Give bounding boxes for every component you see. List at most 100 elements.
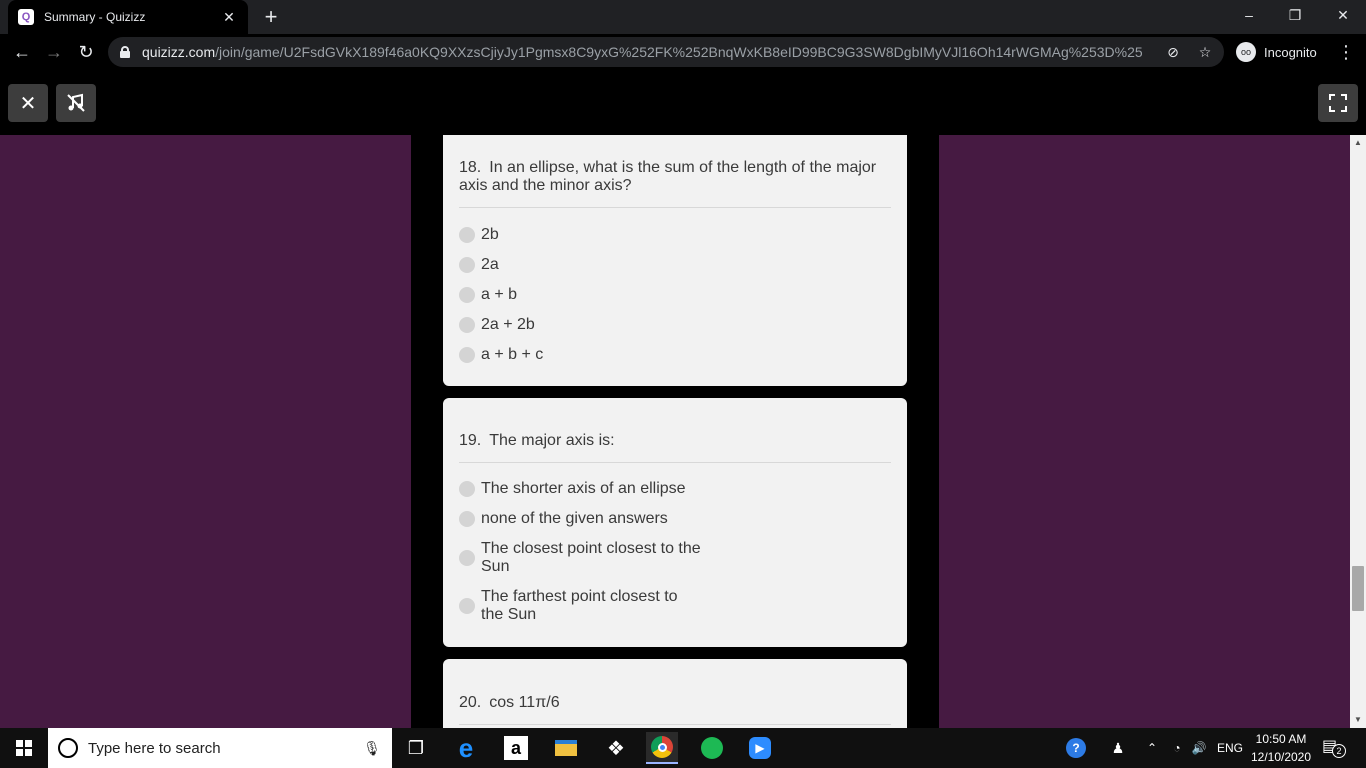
clock-date: 12/10/2020 — [1250, 750, 1312, 764]
show-hidden-icons-icon[interactable]: ⌃ — [1142, 728, 1162, 768]
taskbar-clock[interactable]: 10:50 AM 12/10/2020 — [1248, 730, 1314, 766]
option-label: a + b — [481, 286, 518, 303]
tracking-blocked-icon[interactable]: ⊘ — [1164, 43, 1182, 61]
url-path: /join/game/U2FsdGVkX189f46a0KQ9XXzsCjiyJ… — [215, 44, 1142, 60]
option-label: The shorter axis of an ellipse — [481, 480, 686, 497]
answer-option: 2a — [459, 250, 891, 280]
amazon-app-button[interactable]: a — [500, 732, 532, 764]
option-label: a + b + c — [481, 346, 544, 363]
windows-logo-icon — [16, 740, 32, 756]
restore-button[interactable]: ❐ — [1272, 0, 1318, 30]
lock-icon — [120, 46, 130, 58]
browser-tab[interactable]: Q Summary - Quizizz ✕ — [8, 0, 248, 34]
url-host: quizizz.com — [142, 44, 216, 60]
url-text[interactable]: quizizz.com/join/game/U2FsdGVkX189f46a0K… — [142, 44, 1142, 60]
answer-option: The farthest point closest to the Sun — [459, 582, 891, 630]
question-card-18: 18. In an ellipse, what is the sum of the… — [443, 135, 907, 386]
back-button[interactable]: ← — [8, 38, 36, 66]
spotify-button[interactable] — [696, 732, 728, 764]
incognito-label: Incognito — [1264, 44, 1317, 60]
question-text: 18. In an ellipse, what is the sum of the… — [459, 135, 891, 207]
answer-option: a + b + c — [459, 340, 891, 370]
file-explorer-button[interactable] — [550, 732, 582, 764]
option-label: 2a + 2b — [481, 316, 535, 333]
minimize-button[interactable]: – — [1226, 0, 1272, 30]
quizizz-favicon-icon: Q — [18, 9, 34, 25]
browser-toolbar: ← → ↻ quizizz.com/join/game/U2FsdGVkX189… — [0, 34, 1366, 70]
microphone-icon[interactable]: 🎙 — [362, 740, 382, 757]
forward-button[interactable]: → — [40, 38, 68, 66]
task-view-icon[interactable]: ❐ — [400, 732, 432, 764]
window-close-button[interactable]: ✕ — [1320, 0, 1366, 30]
edge-icon[interactable]: e — [450, 732, 482, 764]
radio-icon — [459, 317, 475, 333]
address-bar[interactable]: quizizz.com/join/game/U2FsdGVkX189f46a0K… — [108, 37, 1224, 67]
chrome-icon — [651, 736, 673, 758]
answer-option: 2a + 2b — [459, 310, 891, 340]
radio-icon — [459, 347, 475, 363]
option-label: none of the given answers — [481, 510, 668, 527]
question-text: 19. The major axis is: — [459, 398, 891, 462]
tab-close-icon[interactable]: ✕ — [220, 9, 238, 26]
answer-option: none of the given answers — [459, 504, 891, 534]
answer-option: The closest point closest to the Sun — [459, 534, 891, 582]
reload-button[interactable]: ↻ — [72, 38, 100, 66]
notification-badge: 2 — [1332, 744, 1346, 758]
file-explorer-icon — [555, 740, 577, 756]
answer-option: The shorter axis of an ellipse — [459, 474, 891, 504]
radio-icon — [459, 257, 475, 273]
chrome-taskbar-button[interactable] — [646, 732, 678, 764]
radio-icon — [459, 287, 475, 303]
radio-icon — [459, 598, 475, 614]
browser-tab-strip: Q Summary - Quizizz ✕ + – ❐ ✕ — [0, 0, 1366, 34]
people-icon[interactable]: ♟ — [1104, 728, 1132, 768]
start-button[interactable] — [0, 728, 48, 768]
clock-time: 10:50 AM — [1255, 732, 1307, 746]
question-number: 19. — [459, 432, 482, 449]
help-tray-button[interactable]: ? — [1062, 728, 1090, 768]
option-label: 2a — [481, 256, 499, 273]
help-icon: ? — [1066, 738, 1086, 758]
spotify-icon — [701, 737, 723, 759]
question-body: The major axis is: — [489, 432, 615, 449]
bookmark-star-icon[interactable]: ☆ — [1196, 43, 1214, 61]
answer-option: 2b — [459, 220, 891, 250]
question-body: cos 11π/6 — [489, 694, 560, 711]
wifi-icon[interactable]: ◔ — [1166, 728, 1188, 768]
close-quiz-button[interactable]: ✕ — [8, 84, 48, 122]
fullscreen-icon — [1329, 94, 1347, 112]
language-indicator[interactable]: ENG — [1214, 728, 1246, 768]
scroll-thumb[interactable] — [1352, 566, 1364, 611]
fullscreen-button[interactable] — [1318, 84, 1358, 122]
quiz-header: ✕ — [0, 70, 1366, 135]
zoom-icon: ▶ — [749, 737, 771, 759]
radio-icon — [459, 550, 475, 566]
page-scrollbar[interactable]: ▲ ▼ — [1350, 135, 1366, 728]
mute-music-button[interactable] — [56, 84, 96, 122]
action-center-button[interactable]: ▤ 2 — [1322, 736, 1346, 760]
option-label: 2b — [481, 226, 499, 243]
question-divider — [459, 724, 891, 725]
scroll-up-icon[interactable]: ▲ — [1350, 135, 1366, 151]
question-text: 20. cos 11π/6 — [459, 659, 891, 724]
browser-menu-icon[interactable]: ⋮ — [1336, 38, 1356, 66]
volume-icon[interactable]: 🔊 — [1188, 728, 1210, 768]
question-number: 20. — [459, 694, 482, 711]
radio-icon — [459, 481, 475, 497]
scroll-down-icon[interactable]: ▼ — [1350, 712, 1366, 728]
option-label: The closest point closest to the Sun — [481, 540, 701, 575]
new-tab-button[interactable]: + — [260, 4, 282, 30]
windows-taskbar: Type here to search 🎙 ❐ e a ❖ ▶ ? ♟ ⌃ ◔ … — [0, 728, 1366, 768]
dropbox-icon[interactable]: ❖ — [600, 732, 632, 764]
cortana-icon — [58, 738, 78, 758]
question-card-19: 19. The major axis is: The shorter axis o… — [443, 398, 907, 647]
taskbar-search-box[interactable]: Type here to search 🎙 — [48, 728, 392, 768]
radio-icon — [459, 511, 475, 527]
question-body: In an ellipse, what is the sum of the le… — [459, 159, 877, 194]
option-label: The farthest point closest to the Sun — [481, 588, 678, 623]
music-off-icon — [67, 93, 85, 112]
zoom-button[interactable]: ▶ — [744, 732, 776, 764]
incognito-indicator[interactable]: oo Incognito — [1232, 38, 1324, 66]
incognito-icon: oo — [1236, 42, 1256, 62]
answer-option: a + b — [459, 280, 891, 310]
